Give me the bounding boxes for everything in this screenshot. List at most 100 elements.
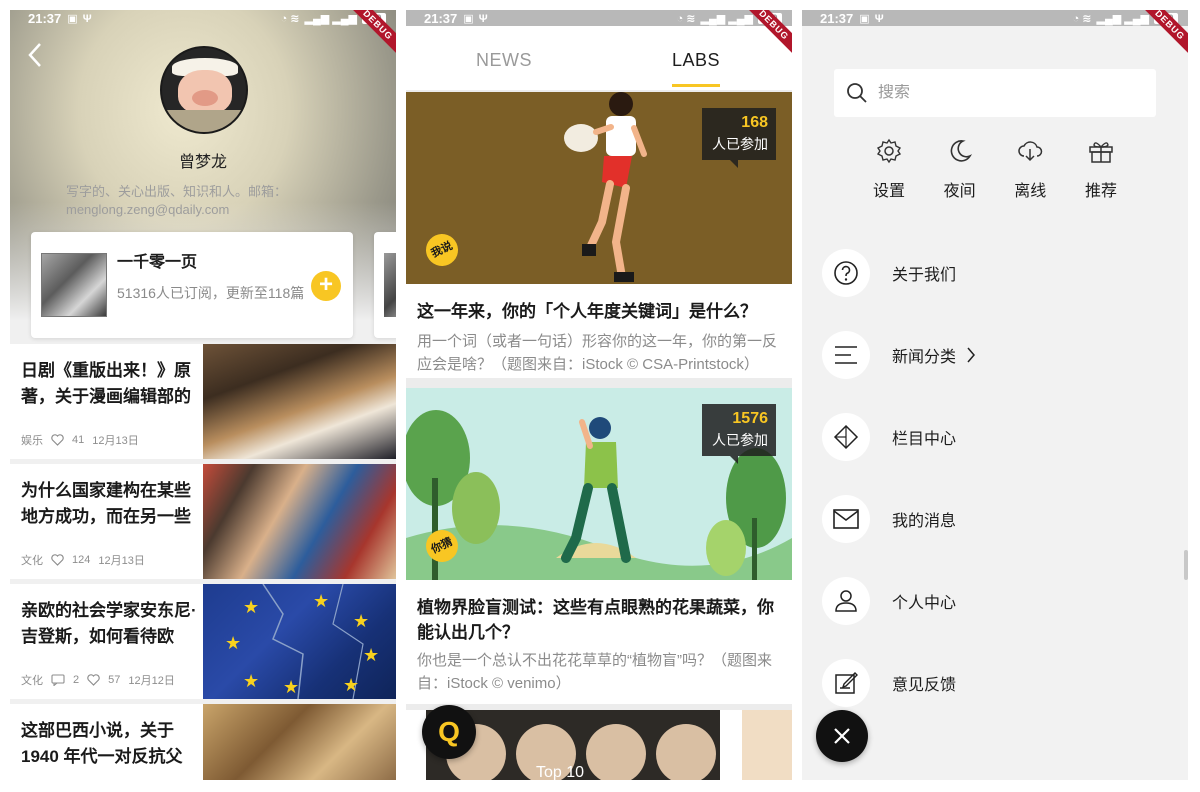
star-icon: ★	[225, 633, 242, 653]
news-item[interactable]: 这部巴西小说，关于1940 年代一对反抗父	[10, 704, 396, 780]
menu-item-icon-wrap	[822, 413, 870, 461]
notification-icons: ▣ Ψ	[67, 12, 93, 25]
participant-count: 168	[741, 114, 768, 131]
news-meta: 文化 124 12月13日	[21, 552, 145, 568]
participant-count-box: 168 人已参加	[702, 108, 776, 168]
profile-name: 曾梦龙	[178, 154, 227, 171]
news-date: 12月12日	[128, 675, 175, 687]
quick-action-label: 推荐	[1084, 183, 1117, 200]
image-shape	[656, 724, 716, 780]
mail-icon	[833, 509, 859, 529]
avatar-snout	[192, 90, 218, 106]
list-icon	[835, 346, 857, 364]
news-category: 娱乐	[21, 435, 43, 447]
search-input[interactable]	[878, 84, 1118, 102]
news-likes: 57	[108, 674, 121, 686]
signal-icon: ▂▄▆ ▂▄▆	[700, 12, 753, 25]
news-likes: 124	[72, 554, 91, 566]
status-bar: 21:37 ▣ Ψ ◔ ≋ ▂▄▆ ▂▄▆ 100	[802, 10, 1188, 26]
lab-card[interactable]: 1576 人已参加 你猜 植物界脸盲测试：这些有点眼熟的花果蔬菜，你能认出几个？…	[406, 388, 792, 704]
user-icon	[835, 590, 857, 612]
tab-labs[interactable]: LABS	[672, 50, 720, 71]
status-time: 21:37	[28, 10, 62, 26]
menu-item-columns[interactable]: 栏目中心	[822, 396, 1188, 478]
comment-icon[interactable]	[51, 674, 65, 686]
news-date: 12月13日	[92, 435, 139, 447]
news-item[interactable]: 日剧《重版出来！》原著，关于漫画编辑部的 娱乐 41 12月13日	[10, 344, 396, 459]
status-time: 21:37	[424, 10, 458, 26]
menu-item-icon-wrap	[822, 249, 870, 297]
wifi-icon: ◔ ≋	[280, 12, 300, 25]
close-icon	[834, 728, 850, 744]
menu-fab-button[interactable]: Q	[422, 705, 476, 759]
participant-label: 人已参加	[712, 432, 768, 448]
lab-card-next[interactable]	[742, 710, 792, 780]
news-item[interactable]: 亲欧的社会学家安东尼·吉登斯，如何看待欧 文化 2 57 12月12日 ★ ★ …	[10, 584, 396, 699]
chevron-right-icon	[967, 347, 976, 363]
avatar[interactable]	[160, 46, 248, 134]
column-card[interactable]: 一千零一页 51316人已订阅，更新至118篇 +	[31, 232, 353, 338]
news-likes: 41	[72, 434, 85, 446]
menu-list: 关于我们 新闻分类 栏目中心 我的消息 个人中心 意见反馈	[822, 232, 1188, 724]
column-subtitle: 51316人已订阅，更新至118篇	[117, 285, 305, 301]
lab-title: 这一年来，你的「个人年度关键词」是什么？	[417, 302, 757, 321]
search-icon	[847, 83, 867, 103]
quick-action-recommend[interactable]: 推荐	[1076, 138, 1126, 201]
heart-icon[interactable]	[51, 434, 64, 446]
lab-description: 你也是一个总认不出花花草草的“植物盲”吗？（题图来自：iStock © veni…	[417, 652, 772, 692]
lab-description: 用一个词（或者一句话）形容你的这一年，你的第一反应会是啥？（题图来自：iStoc…	[417, 333, 778, 373]
news-list: 日剧《重版出来！》原著，关于漫画编辑部的 娱乐 41 12月13日 为什么国家建…	[10, 344, 396, 780]
star-icon: ★	[313, 591, 330, 611]
news-item[interactable]: 为什么国家建构在某些地方成功，而在另一些 文化 124 12月13日	[10, 464, 396, 579]
quick-action-settings[interactable]: 设置	[864, 138, 914, 201]
close-menu-button[interactable]	[816, 710, 868, 762]
star-icon: ★	[243, 597, 260, 617]
news-image	[203, 704, 396, 780]
news-meta: 文化 2 57 12月12日	[21, 672, 175, 688]
question-icon	[834, 261, 858, 285]
news-image	[203, 344, 396, 459]
news-image: ★ ★ ★ ★ ★ ★ ★ ★	[203, 584, 396, 699]
participant-count-box: 1576 人已参加	[702, 404, 776, 464]
news-image	[203, 464, 396, 579]
column-title: 一千零一页	[117, 254, 198, 271]
menu-item-icon-wrap	[822, 659, 870, 707]
column-card-next[interactable]	[374, 232, 396, 338]
menu-item-label: 新闻分类	[892, 349, 957, 366]
menu-item-categories[interactable]: 新闻分类	[822, 314, 1188, 396]
quick-action-night[interactable]: 夜间	[935, 138, 985, 201]
edit-icon	[835, 672, 858, 694]
lab-card[interactable]: 168 人已参加 我说 这一年来，你的「个人年度关键词」是什么？ 用一个词（或者…	[406, 92, 792, 378]
labs-screen: 21:37 ▣ Ψ ◔ ≋ ▂▄▆ ▂▄▆ 100 DEBUG NEWS LAB…	[406, 10, 792, 780]
image-shape	[586, 724, 646, 780]
subscribe-button[interactable]: +	[311, 271, 341, 301]
menu-item-about[interactable]: 关于我们	[822, 232, 1188, 314]
news-category: 文化	[21, 555, 43, 567]
gift-icon	[1089, 142, 1113, 163]
signal-icon: ▂▄▆ ▂▄▆	[1096, 12, 1149, 25]
moon-icon	[950, 140, 972, 162]
gear-icon	[876, 138, 902, 164]
menu-item-profile[interactable]: 个人中心	[822, 560, 1188, 642]
lab-image: 1576 人已参加 你猜	[406, 388, 792, 580]
back-arrow-icon[interactable]	[24, 40, 48, 70]
profile-bio: 写字的、关心出版、知识和人。邮箱：	[66, 184, 288, 199]
search-bar[interactable]	[834, 69, 1156, 117]
tab-active-indicator	[672, 84, 720, 87]
quick-actions: 设置 夜间 离线 推荐	[864, 138, 1126, 201]
signal-icon: ▂▄▆ ▂▄▆	[304, 12, 357, 25]
tab-bar: NEWS LABS	[406, 26, 792, 90]
quick-action-offline[interactable]: 离线	[1005, 138, 1055, 201]
star-icon: ★	[243, 671, 260, 691]
menu-item-messages[interactable]: 我的消息	[822, 478, 1188, 560]
cloud-download-icon	[1018, 141, 1043, 162]
news-date: 12月13日	[98, 555, 145, 567]
menu-item-feedback[interactable]: 意见反馈	[822, 642, 1188, 724]
status-bar: 21:37 ▣ Ψ ◔ ≋ ▂▄▆ ▂▄▆ 100	[10, 10, 396, 26]
heart-icon[interactable]	[87, 674, 100, 686]
scrollbar[interactable]	[1184, 550, 1188, 580]
status-time: 21:37	[820, 10, 854, 26]
quick-action-label: 离线	[1014, 183, 1047, 200]
heart-icon[interactable]	[51, 554, 64, 566]
tab-news[interactable]: NEWS	[476, 50, 532, 71]
